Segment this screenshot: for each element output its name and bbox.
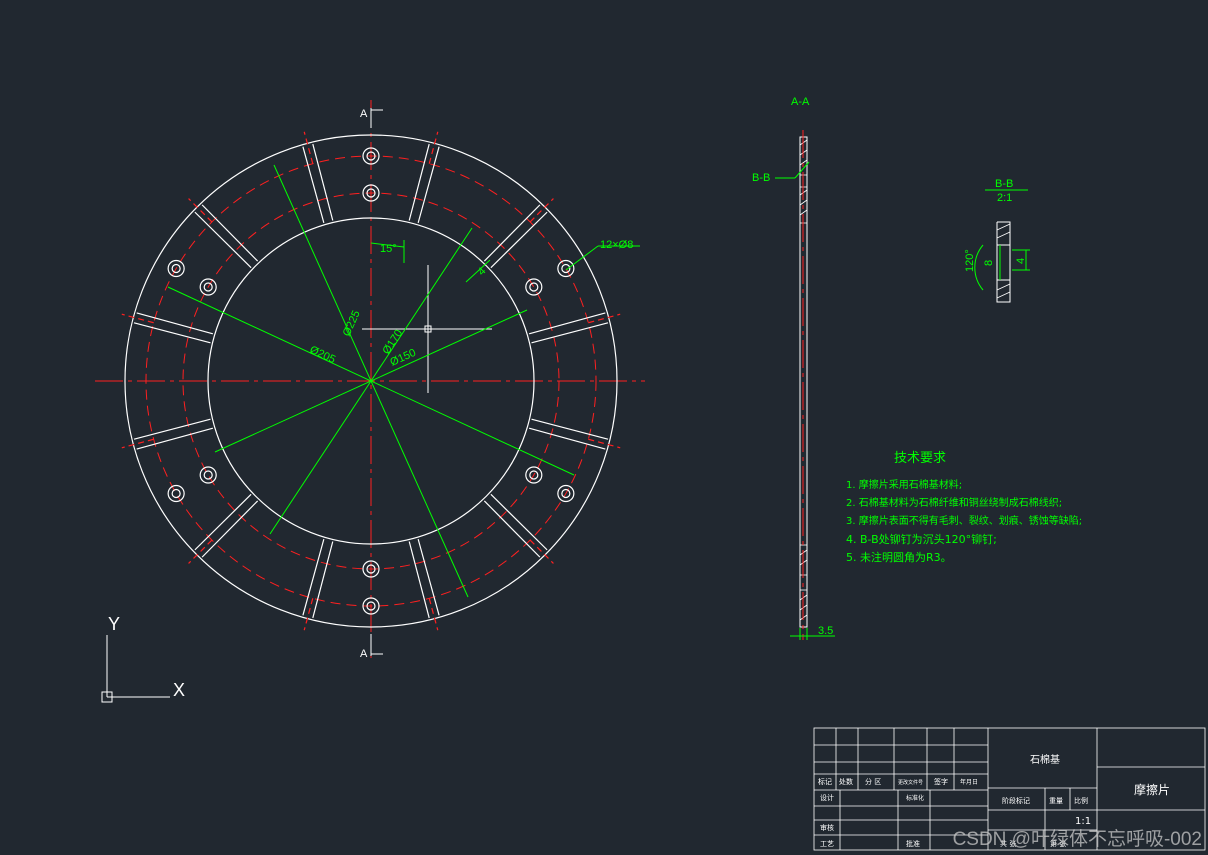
detail-angle: 120° bbox=[964, 249, 976, 272]
tb-label-0: 标记 bbox=[818, 777, 832, 786]
rivet-hole-inner bbox=[203, 470, 213, 480]
section-mark-top: A bbox=[360, 108, 368, 120]
callout-bb: B-B bbox=[752, 172, 770, 184]
slot-edge bbox=[194, 493, 252, 551]
watermark: CSDN @叶绿体不忘呼吸-002 bbox=[952, 829, 1202, 850]
detail-title: B-B bbox=[995, 178, 1013, 190]
slot-centerline bbox=[121, 313, 154, 324]
tech-item-4: 4. B-B处铆钉为沉头120°铆钉; bbox=[846, 532, 997, 546]
slot-centerline bbox=[121, 438, 154, 449]
slot-edge bbox=[194, 211, 252, 269]
slot-centerline bbox=[428, 131, 439, 164]
ucs-x-label: X bbox=[173, 680, 185, 700]
tb-review: 审核 bbox=[820, 823, 834, 832]
slot-edge bbox=[417, 538, 440, 616]
detail-body bbox=[996, 221, 1011, 303]
tb-material: 石棉基 bbox=[1030, 753, 1060, 766]
ucs-icon bbox=[101, 635, 170, 703]
tb-approve: 批准 bbox=[906, 839, 920, 848]
slot-edge bbox=[201, 204, 259, 262]
slot-edge bbox=[136, 312, 214, 335]
slot-centerline bbox=[303, 598, 314, 631]
slot-edge bbox=[133, 418, 211, 440]
slot-edge bbox=[528, 427, 606, 450]
detail-hatch bbox=[996, 223, 1011, 299]
slot-edge bbox=[201, 500, 259, 558]
slot-centerline bbox=[188, 539, 213, 564]
detail-view: B-B 2:1 120° 8 4 bbox=[964, 178, 1030, 303]
tb-weight: 重量 bbox=[1049, 797, 1063, 805]
rivet-hole-outer bbox=[167, 484, 185, 503]
rivet-hole-outer bbox=[199, 466, 217, 484]
slot-edge bbox=[531, 418, 609, 440]
slot-edge bbox=[483, 204, 541, 262]
dim-thickness: 3.5 bbox=[818, 625, 833, 637]
detail-dim-8: 8 bbox=[983, 260, 995, 266]
dim-angle: 15° bbox=[380, 243, 397, 255]
section-hatch bbox=[799, 139, 808, 621]
slot-edge bbox=[483, 500, 541, 558]
slot-edge bbox=[490, 493, 548, 551]
slot-edge bbox=[312, 541, 334, 619]
tech-item-2: 2. 石棉基材料为石棉纤维和铜丝绕制成石棉线织; bbox=[846, 496, 1062, 509]
slot-edge bbox=[528, 312, 606, 335]
ucs-y-label: Y bbox=[108, 614, 120, 634]
tb-label-3: 更改文件号 bbox=[898, 779, 923, 786]
dim-holes: 12×Ø8 bbox=[600, 239, 633, 251]
tb-label-2: 分 区 bbox=[865, 777, 881, 786]
tech-item-3: 3. 摩擦片表面不得有毛刺、裂纹、划痕、锈蚀等缺陷; bbox=[846, 514, 1082, 527]
tb-label-4: 签字 bbox=[934, 777, 948, 786]
slot-edge bbox=[531, 322, 609, 344]
rivet-hole-outer bbox=[525, 278, 543, 296]
tb-part-name: 摩擦片 bbox=[1134, 782, 1170, 797]
slot-edge bbox=[490, 211, 548, 269]
tech-item-5: 5. 未注明圆角为R3。 bbox=[846, 550, 952, 564]
tb-stage-mark: 阶段标记 bbox=[1002, 796, 1030, 805]
tech-requirements: 技术要求 1. 摩擦片采用石棉基材料; 2. 石棉基材料为石棉纤维和铜丝绕制成石… bbox=[846, 451, 1082, 564]
cad-drawing-canvas[interactable]: A A Ø225 Ø205 Ø170 Ø150 15° 12×Ø8 4 A-A bbox=[0, 0, 1208, 855]
tech-title: 技术要求 bbox=[894, 451, 946, 466]
rivet-hole-inner bbox=[171, 488, 181, 499]
slot-centerline bbox=[303, 131, 314, 164]
tb-design: 设计 bbox=[820, 793, 834, 802]
slot-edge bbox=[408, 143, 430, 221]
callout-leader bbox=[775, 161, 835, 640]
slot-centerline bbox=[588, 438, 621, 449]
tb-ratio: 比例 bbox=[1074, 796, 1088, 805]
detail-dim-4: 4 bbox=[1015, 258, 1027, 264]
slot-centerline bbox=[428, 598, 439, 631]
slot-edge bbox=[133, 322, 211, 344]
section-view: A-A B-B 3.5 bbox=[752, 96, 835, 640]
detail-scale: 2:1 bbox=[997, 192, 1012, 204]
slot-edge bbox=[302, 538, 325, 616]
section-view-title: A-A bbox=[791, 96, 810, 108]
slot-edge bbox=[136, 427, 214, 450]
slot-centerline bbox=[529, 539, 554, 564]
slot-centerline bbox=[188, 198, 213, 223]
rivet-hole-outer bbox=[557, 259, 575, 278]
tb-process: 工艺 bbox=[820, 840, 834, 848]
tech-item-1: 1. 摩擦片采用石棉基材料; bbox=[846, 478, 962, 491]
crosshair-cursor bbox=[362, 265, 492, 393]
slot-centerline bbox=[588, 313, 621, 324]
rivet-hole-inner bbox=[529, 282, 539, 292]
tb-label-5: 年月日 bbox=[960, 778, 978, 786]
section-mark-bottom: A bbox=[360, 648, 368, 660]
slot-edge bbox=[417, 146, 440, 224]
tb-standardize: 标准化 bbox=[906, 794, 924, 802]
tb-label-1: 处数 bbox=[839, 777, 853, 786]
dim-d225: Ø225 bbox=[341, 309, 363, 338]
slot-edge bbox=[312, 143, 334, 221]
slot-edge bbox=[302, 146, 325, 224]
slot-edge bbox=[408, 541, 430, 619]
detail-dims bbox=[974, 244, 1030, 291]
dim-d205: Ø205 bbox=[308, 344, 337, 366]
slot-centerline bbox=[529, 198, 554, 223]
front-view: A A Ø225 Ø205 Ø170 Ø150 15° 12×Ø8 4 bbox=[95, 100, 645, 660]
